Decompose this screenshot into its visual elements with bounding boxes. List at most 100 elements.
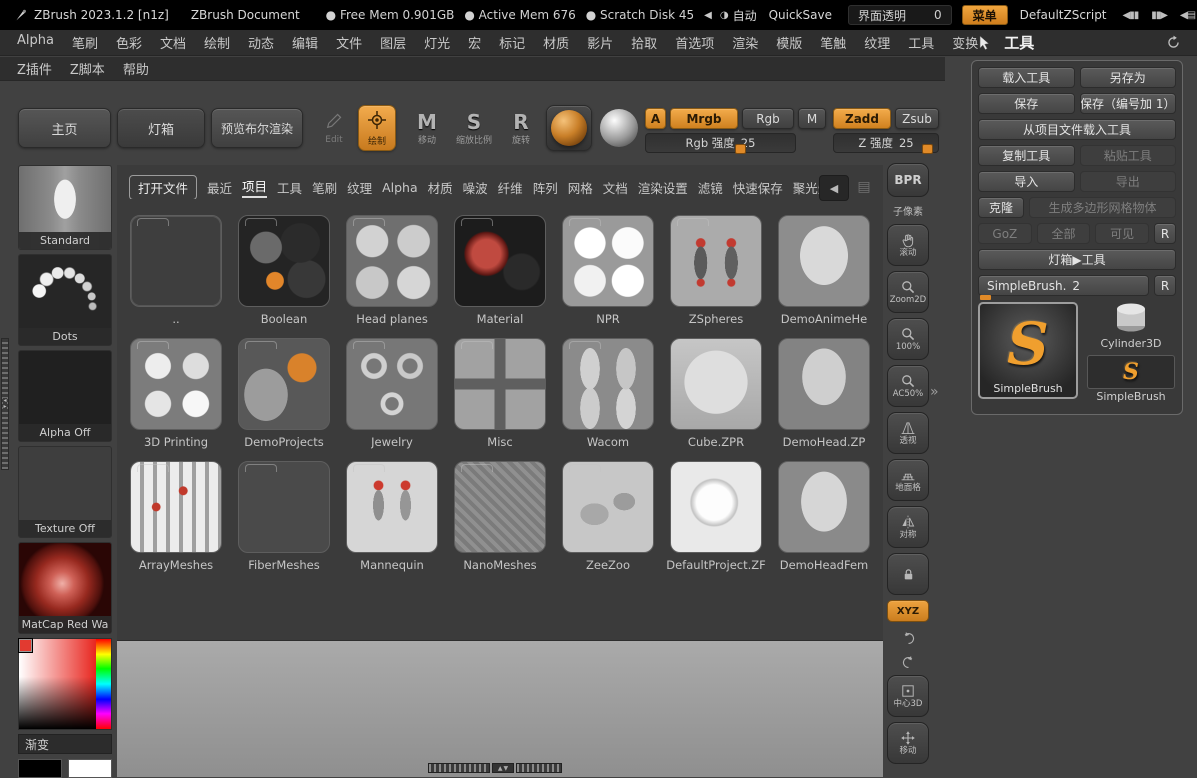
collapse-right-icon[interactable]: ▸: [3, 404, 7, 410]
folder-thumbnail[interactable]: [346, 461, 438, 553]
current-color-button[interactable]: [598, 107, 640, 149]
rgb-button[interactable]: Rgb: [742, 108, 794, 129]
menu-item[interactable]: 绘制: [204, 33, 230, 52]
xyz-button[interactable]: XYZ: [887, 600, 929, 622]
load-from-project-button[interactable]: 从项目文件载入工具: [978, 119, 1176, 140]
color-picker[interactable]: [18, 638, 112, 730]
menu-item[interactable]: 文档: [160, 33, 186, 52]
lightbox-tab[interactable]: 笔刷: [312, 178, 337, 197]
scrollbar-thumb[interactable]: [516, 763, 562, 773]
lightbox-tab[interactable]: 噪波: [463, 178, 488, 197]
home-button[interactable]: 主页: [18, 108, 111, 148]
rotate-cw-button[interactable]: [887, 651, 929, 673]
lightbox-tab[interactable]: Alpha: [382, 180, 418, 195]
folder-thumbnail[interactable]: [238, 461, 330, 553]
zscript-rewind-icon[interactable]: ◀▮▮: [1123, 10, 1140, 21]
zoom2d-button[interactable]: Zoom2D: [887, 271, 929, 313]
current-stroke-thumbnail[interactable]: Dots: [18, 254, 112, 346]
quicksave-button[interactable]: QuickSave: [769, 8, 832, 22]
menu-item[interactable]: 灯光: [424, 33, 450, 52]
move-mode-button[interactable]: M 移动: [406, 105, 448, 151]
menu-item[interactable]: 标记: [499, 33, 525, 52]
folder-thumbnail[interactable]: [454, 461, 546, 553]
doc-prev-icon[interactable]: ◀▤: [1180, 10, 1196, 21]
file-thumbnail[interactable]: [670, 461, 762, 553]
r-button[interactable]: R: [1154, 223, 1177, 244]
lightbox-tab[interactable]: 工具: [277, 178, 302, 197]
folder-thumbnail[interactable]: [238, 215, 330, 307]
draw-mode-button[interactable]: 绘制: [358, 105, 396, 151]
rgb-intensity-handle[interactable]: [735, 144, 747, 154]
scale-mode-button[interactable]: S 缩放比例: [450, 105, 498, 151]
save-as-button[interactable]: 另存为: [1079, 67, 1176, 88]
auto-toggle[interactable]: 自动: [733, 7, 757, 24]
current-texture-thumbnail[interactable]: Texture Off: [18, 446, 112, 538]
menu-item[interactable]: 色彩: [116, 33, 142, 52]
menu-item[interactable]: 纹理: [864, 33, 890, 52]
menu-item[interactable]: 材质: [543, 33, 569, 52]
rotate-mode-button[interactable]: R 旋转: [500, 105, 542, 151]
menu-item[interactable]: 笔触: [820, 33, 846, 52]
menu-item[interactable]: 变换: [952, 33, 978, 52]
aa-half-button[interactable]: AC50%: [887, 365, 929, 407]
lightbox-tab[interactable]: 滤镜: [698, 178, 723, 197]
recent-tool-simplebrush[interactable]: S: [1087, 355, 1175, 389]
menu-item[interactable]: 渲染: [732, 33, 758, 52]
menu-item[interactable]: 动态: [248, 33, 274, 52]
current-tool-slider[interactable]: SimpleBrush. 2: [978, 275, 1149, 296]
solo-button[interactable]: [887, 553, 929, 595]
menu-item[interactable]: 编辑: [292, 33, 318, 52]
folder-thumbnail[interactable]: [130, 215, 222, 307]
file-thumbnail[interactable]: [670, 338, 762, 430]
file-thumbnail[interactable]: [778, 461, 870, 553]
clone-button[interactable]: 克隆: [978, 197, 1024, 218]
file-thumbnail[interactable]: [778, 215, 870, 307]
rgb-intensity-slider[interactable]: Rgb 强度 25: [645, 133, 796, 154]
menu-item[interactable]: Z插件: [17, 59, 52, 78]
document-canvas[interactable]: [117, 640, 883, 777]
folder-thumbnail[interactable]: [562, 338, 654, 430]
lightbox-tab[interactable]: 材质: [428, 178, 453, 197]
scrollbar-arrows[interactable]: ▲ ▼: [492, 763, 514, 773]
mrgb-button[interactable]: Mrgb: [670, 108, 738, 129]
lightbox-tab[interactable]: 打开文件: [129, 175, 198, 199]
menu-item[interactable]: 文件: [336, 33, 362, 52]
scroll-up-icon[interactable]: ▲: [498, 765, 503, 772]
symmetry-button[interactable]: 对称: [887, 506, 929, 548]
actual-size-button[interactable]: 100%: [887, 318, 929, 360]
save-numbered-button[interactable]: 保存（编号加 1）: [1079, 93, 1176, 114]
a-mode-button[interactable]: A: [645, 108, 666, 129]
zscript-forward-icon[interactable]: ▮▮▶: [1151, 10, 1168, 21]
hue-strip[interactable]: [96, 639, 111, 729]
menu-item[interactable]: 模版: [776, 33, 802, 52]
copy-tool-button[interactable]: 复制工具: [978, 145, 1075, 166]
save-button[interactable]: 保存: [978, 93, 1075, 114]
folder-thumbnail[interactable]: [238, 338, 330, 430]
menu-item[interactable]: 拾取: [631, 33, 657, 52]
import-button[interactable]: 导入: [978, 171, 1075, 192]
current-alpha-thumbnail[interactable]: Alpha Off: [18, 350, 112, 442]
tray-collapse-icon[interactable]: »: [930, 384, 939, 400]
lightbox-tab[interactable]: 阵列: [533, 178, 558, 197]
menu-item[interactable]: 帮助: [123, 59, 149, 78]
ui-transparency-slider[interactable]: 界面透明 0: [847, 5, 952, 25]
lightbox-tab[interactable]: 最近: [207, 178, 232, 197]
material-preview-button[interactable]: [546, 105, 592, 151]
folder-thumbnail[interactable]: [670, 215, 762, 307]
floor-grid-button[interactable]: 地面格: [887, 459, 929, 501]
z-intensity-slider[interactable]: Z 强度 25: [833, 133, 939, 154]
folder-thumbnail[interactable]: [130, 461, 222, 553]
bpr-button[interactable]: BPR: [887, 163, 929, 197]
recent-tool-cylinder3d[interactable]: [1109, 302, 1153, 336]
alt-color-swatch[interactable]: [68, 759, 112, 778]
lightbox-tab[interactable]: 纹理: [347, 178, 372, 197]
lightbox-tab[interactable]: 文档: [603, 178, 628, 197]
lightbox-prev-button[interactable]: ◀: [819, 175, 849, 201]
folder-thumbnail[interactable]: [562, 461, 654, 553]
z-intensity-handle[interactable]: [922, 144, 934, 154]
menu-item[interactable]: 笔刷: [72, 33, 98, 52]
current-material-thumbnail[interactable]: MatCap Red Wa: [18, 542, 112, 634]
menu-item[interactable]: 宏: [468, 33, 481, 52]
folder-thumbnail[interactable]: [562, 215, 654, 307]
file-thumbnail[interactable]: [778, 338, 870, 430]
